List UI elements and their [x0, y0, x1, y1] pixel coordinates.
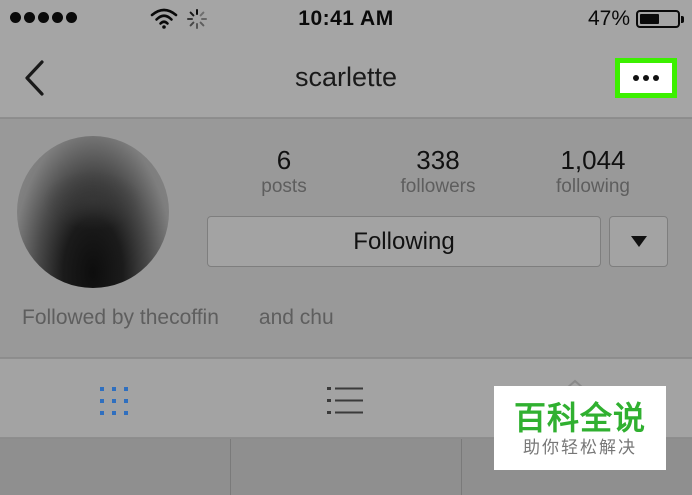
triangle-down-icon	[631, 236, 647, 247]
watermark-logo: 百科全说 助你轻松解决	[494, 386, 666, 470]
battery-icon	[636, 10, 684, 28]
followers-count: 338	[416, 145, 460, 175]
nav-bar: scarlette	[0, 38, 692, 118]
ellipsis-icon	[633, 75, 639, 81]
stat-following[interactable]: 1,044 following	[540, 145, 646, 198]
followers-label: followers	[400, 176, 476, 197]
grid-view-icon[interactable]	[98, 385, 130, 417]
grid-divider	[461, 439, 462, 495]
following-count: 1,044	[560, 145, 626, 175]
profile-username-title: scarlette	[294, 62, 398, 92]
battery-percent: 47%	[587, 7, 630, 30]
following-button[interactable]: Following	[207, 216, 601, 267]
posts-count: 6	[276, 145, 292, 175]
stat-posts[interactable]: 6 posts	[244, 145, 324, 198]
following-label: following	[556, 176, 630, 197]
watermark-subtitle: 助你轻松解决	[523, 438, 637, 457]
watermark-title: 百科全说	[513, 400, 646, 436]
suggested-dropdown-button[interactable]	[609, 216, 668, 267]
followed-by-more: and chu	[258, 306, 334, 329]
status-bar: 10:41 AM 47%	[0, 0, 692, 38]
avatar[interactable]	[17, 136, 169, 288]
battery-level-fill	[640, 14, 659, 24]
profile-header: 6 posts 338 followers 1,044 following Fo…	[0, 119, 692, 357]
followed-by-text[interactable]: Followed by thecoffin and chu	[22, 306, 334, 330]
posts-label: posts	[261, 176, 307, 197]
list-view-icon[interactable]	[327, 385, 363, 417]
more-options-button[interactable]	[615, 58, 677, 98]
followed-by-label: Followed by thecoffin	[22, 306, 219, 329]
stat-followers[interactable]: 338 followers	[382, 145, 494, 198]
grid-divider	[230, 439, 231, 495]
